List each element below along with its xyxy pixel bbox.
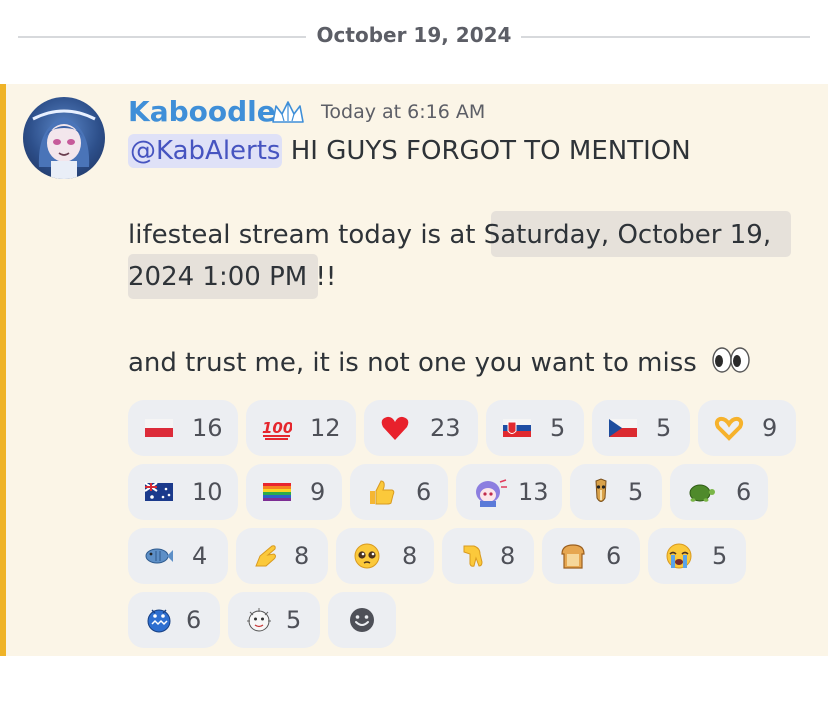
reaction-hundred-points[interactable]: 100 12 [246, 400, 356, 456]
reaction-count: 23 [430, 414, 461, 442]
reaction-pointing-hand[interactable]: 8 [236, 528, 328, 584]
reaction-thumbs-up[interactable]: 6 [350, 464, 448, 520]
hundred-points-icon: 100 [262, 414, 293, 442]
reaction-pointing-hand-down[interactable]: 8 [442, 528, 534, 584]
poland-flag-icon [144, 414, 174, 442]
user-mention[interactable]: @KabAlerts [128, 134, 283, 168]
message-text-3: !! [307, 262, 337, 292]
reaction-count: 12 [310, 414, 341, 442]
message-text-2: lifesteal stream today is at [128, 220, 484, 250]
eyes-emoji-icon [711, 346, 751, 381]
message-line-2: lifesteal stream today is at Saturday, O… [128, 220, 771, 250]
reaction-turtle[interactable]: 6 [670, 464, 768, 520]
reaction-poland-flag[interactable]: 16 [128, 400, 238, 456]
red-heart-icon [380, 414, 410, 442]
reaction-count: 8 [294, 542, 310, 570]
loudly-crying-face-icon [664, 542, 694, 570]
reaction-count: 5 [656, 414, 672, 442]
horse-face-icon [586, 478, 616, 506]
message-text-4: and trust me, it is not one you want to … [128, 348, 697, 378]
mention-highlight-bar [0, 84, 6, 656]
reaction-custom-sketch-face[interactable]: 5 [228, 592, 320, 648]
reaction-count: 9 [310, 478, 326, 506]
turtle-icon [686, 478, 716, 506]
author-name[interactable]: Kaboodle [128, 95, 276, 128]
add-reaction-button[interactable] [328, 592, 396, 648]
avatar-image [32, 109, 96, 179]
anime-character-icon [470, 478, 508, 507]
reaction-count: 6 [416, 478, 432, 506]
reaction-australia-flag[interactable]: 10 [128, 464, 238, 520]
message-timestamp[interactable]: Today at 6:16 AM [321, 101, 485, 123]
australia-flag-icon [144, 478, 174, 506]
reaction-count: 4 [192, 542, 208, 570]
reaction-bread[interactable]: 6 [542, 528, 640, 584]
message[interactable]: Kaboodle Today at 6:16 AM @KabAlerts HI … [0, 84, 828, 656]
pointing-hand-icon [252, 542, 282, 570]
crown-icon[interactable] [270, 98, 306, 128]
reaction-red-heart[interactable]: 23 [364, 400, 478, 456]
reaction-count: 8 [402, 542, 418, 570]
formatted-timestamp-part-1[interactable]: Saturday, October 19, [484, 220, 771, 250]
avatar[interactable] [23, 97, 105, 179]
reaction-count: 5 [712, 542, 728, 570]
pleading-face-icon [352, 542, 382, 570]
reaction-custom-blue-fish[interactable]: 6 [128, 592, 220, 648]
reaction-count: 5 [628, 478, 644, 506]
reaction-loudly-crying-face[interactable]: 5 [648, 528, 746, 584]
date-divider-label: October 19, 2024 [316, 23, 512, 47]
thumbs-up-icon [366, 478, 396, 506]
pointing-hand-down-icon [458, 542, 488, 570]
reaction-pleading-face[interactable]: 8 [336, 528, 434, 584]
heart-hands-icon [714, 414, 744, 442]
message-line-1: @KabAlerts HI GUYS FORGOT TO MENTION [128, 134, 691, 168]
reaction-count: 6 [186, 606, 202, 634]
czech-flag-icon [608, 414, 638, 442]
reaction-rainbow-flag[interactable]: 9 [246, 464, 342, 520]
reaction-heart-hands[interactable]: 9 [698, 400, 796, 456]
reaction-count: 8 [500, 542, 516, 570]
message-text-1: HI GUYS FORGOT TO MENTION [282, 136, 691, 166]
slovakia-flag-icon [502, 414, 532, 442]
date-divider: October 19, 2024 [18, 20, 810, 52]
reaction-count: 9 [762, 414, 778, 442]
blue-fish-icon [144, 606, 174, 634]
reaction-custom-anime-character[interactable]: 13 [456, 464, 562, 520]
reaction-count: 5 [286, 606, 302, 634]
message-line-4: and trust me, it is not one you want to … [128, 346, 751, 381]
reaction-count: 6 [736, 478, 752, 506]
fish-icon [144, 542, 174, 570]
reaction-count: 5 [550, 414, 566, 442]
reaction-count: 10 [192, 478, 223, 506]
formatted-timestamp-part-2[interactable]: 2024 1:00 PM [128, 262, 307, 292]
reaction-count: 13 [518, 478, 549, 506]
rainbow-flag-icon [262, 478, 292, 506]
smiley-icon [347, 605, 377, 633]
reaction-custom-horse-face[interactable]: 5 [570, 464, 662, 520]
bread-icon [558, 542, 588, 570]
sketch-face-icon [244, 606, 274, 634]
reaction-fish[interactable]: 4 [128, 528, 228, 584]
svg-text:100: 100 [262, 419, 292, 437]
reaction-slovakia-flag[interactable]: 5 [486, 400, 584, 456]
message-line-3: 2024 1:00 PM !! [128, 262, 336, 292]
reaction-czech-flag[interactable]: 5 [592, 400, 690, 456]
divider-line-left [18, 36, 306, 38]
reaction-count: 16 [192, 414, 223, 442]
reaction-count: 6 [606, 542, 622, 570]
divider-line-right [521, 36, 810, 38]
